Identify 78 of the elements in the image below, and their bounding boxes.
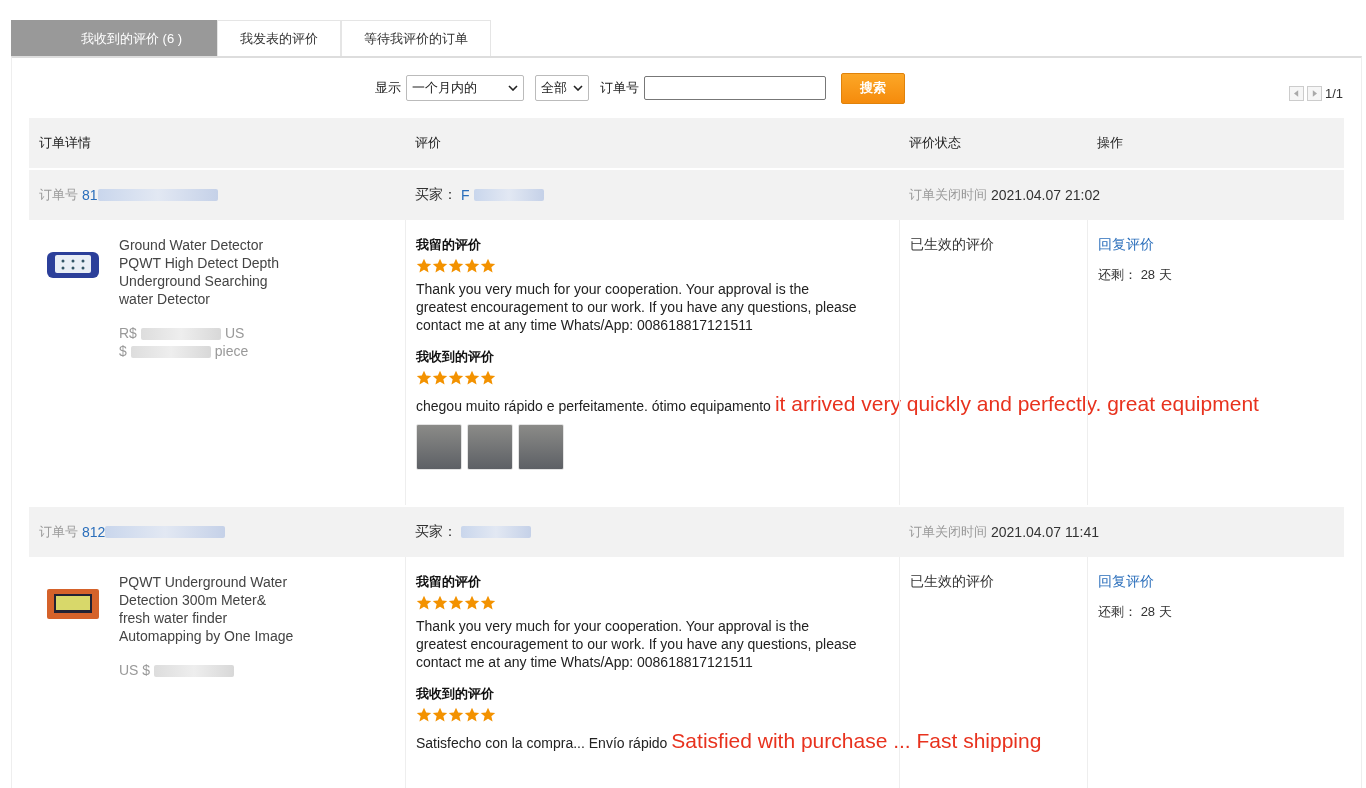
column-header: 评价状态 xyxy=(909,135,961,150)
star-icon xyxy=(448,258,464,274)
remaining-label: 还剩： xyxy=(1098,604,1137,619)
order-number-label: 订单号 xyxy=(600,79,639,97)
price-text: R$ xyxy=(119,325,137,341)
star-icon xyxy=(448,370,464,386)
show-label: 显示 xyxy=(375,79,401,97)
star-icon xyxy=(480,707,496,723)
review-text: Thank you very much for your cooperation. Your approval is the greatest encouragement to our work. If you have any questions, please contact me at any time Whats/App: 008618817121511 xyxy=(416,617,858,671)
photo-placeholder[interactable] xyxy=(467,424,513,470)
buyer-label: 买家： xyxy=(415,186,457,204)
star-icon xyxy=(416,258,432,274)
column-header: 操作 xyxy=(1097,135,1123,150)
right-triangle-icon xyxy=(1311,90,1317,97)
price-text: US $ xyxy=(119,662,151,678)
blurred-text xyxy=(473,189,544,201)
price-text: piece xyxy=(214,343,249,359)
star-icon xyxy=(480,595,496,611)
order-number-label: 订单号 xyxy=(39,186,78,204)
close-time-label: 订单关闭时间 xyxy=(909,186,987,204)
remaining-label: 还剩： xyxy=(1098,267,1137,282)
caret-icon xyxy=(508,85,518,91)
star-icon xyxy=(464,258,480,274)
period-select[interactable]: 一个月内的 xyxy=(406,75,524,101)
price-text: $ xyxy=(119,343,127,359)
star-icon xyxy=(480,370,496,386)
blurred-text xyxy=(461,526,531,538)
page-indicator: 1/1 xyxy=(1324,86,1343,101)
reply-review-link[interactable]: 回复评价 xyxy=(1098,236,1154,252)
column-header: 订单详情 xyxy=(39,135,91,150)
order-number-label: 订单号 xyxy=(39,523,78,541)
product-title[interactable]: PQWT Underground Water Detection 300m Meter& fresh water finder Automapping by One Image xyxy=(119,573,297,645)
tab[interactable]: 我发表的评价 xyxy=(217,20,341,56)
translation-note: Satisfied with purchase ... Fast shipping xyxy=(671,729,1042,753)
remaining-days: 28 天 xyxy=(1140,604,1172,619)
star-icon xyxy=(432,595,448,611)
review-text: chegou muito rápido e perfeitamente. ótimo equipamento xyxy=(416,398,771,414)
close-time: 2021.04.07 11:41 xyxy=(991,524,1099,540)
caret-icon xyxy=(573,85,583,91)
review-heading: 我收到的评价 xyxy=(416,348,495,366)
reply-review-link[interactable]: 回复评价 xyxy=(1098,573,1154,589)
review-heading: 我收到的评价 xyxy=(416,685,495,703)
review-heading: 我留的评价 xyxy=(416,236,482,254)
star-icon xyxy=(432,258,448,274)
remaining-days: 28 天 xyxy=(1140,267,1172,282)
tab[interactable]: 等待我评价的订单 xyxy=(341,20,491,56)
review-text: Thank you very much for your cooperation. Your approval is the greatest encouragement to our work. If you have any questions, please contact me at any time Whats/App: 008618817121511 xyxy=(416,280,858,334)
review-status: 已生效的评价 xyxy=(910,573,994,589)
close-time-label: 订单关闭时间 xyxy=(909,523,987,541)
order-number-field[interactable] xyxy=(644,76,826,100)
star-icon xyxy=(464,370,480,386)
tab[interactable]: 我收到的评价 (6 ) xyxy=(11,20,217,56)
order-number-link[interactable]: 812 xyxy=(82,524,106,540)
star-icon xyxy=(416,595,432,611)
buyer-label: 买家： xyxy=(415,523,457,541)
photo-placeholder[interactable] xyxy=(518,424,564,470)
close-time: 2021.04.07 21:02 xyxy=(991,187,1100,203)
translation-note: it arrived very quickly and perfectly. great equipment xyxy=(774,392,1259,416)
order-number-link[interactable]: 81 xyxy=(82,187,98,203)
star-icon xyxy=(432,370,448,386)
star-icon xyxy=(416,370,432,386)
star-icon xyxy=(416,707,432,723)
star-icon xyxy=(480,258,496,274)
type-select[interactable]: 全部 xyxy=(535,75,589,101)
product-title[interactable]: Ground Water Detector PQWT High Detect Depth Underground Searching water Detector xyxy=(119,236,297,308)
review-text: Satisfecho con la compra... Envío rápido xyxy=(416,735,668,751)
review-heading: 我留的评价 xyxy=(416,573,482,591)
star-icon xyxy=(448,595,464,611)
star-icon xyxy=(432,707,448,723)
price-text: US xyxy=(224,325,245,341)
star-icon xyxy=(464,595,480,611)
review-status: 已生效的评价 xyxy=(910,236,994,252)
left-triangle-icon xyxy=(1293,90,1299,97)
buyer-link[interactable]: F xyxy=(461,187,470,203)
star-icon xyxy=(448,707,464,723)
column-header: 评价 xyxy=(415,135,441,150)
photo-placeholder[interactable] xyxy=(416,424,462,470)
star-icon xyxy=(464,707,480,723)
